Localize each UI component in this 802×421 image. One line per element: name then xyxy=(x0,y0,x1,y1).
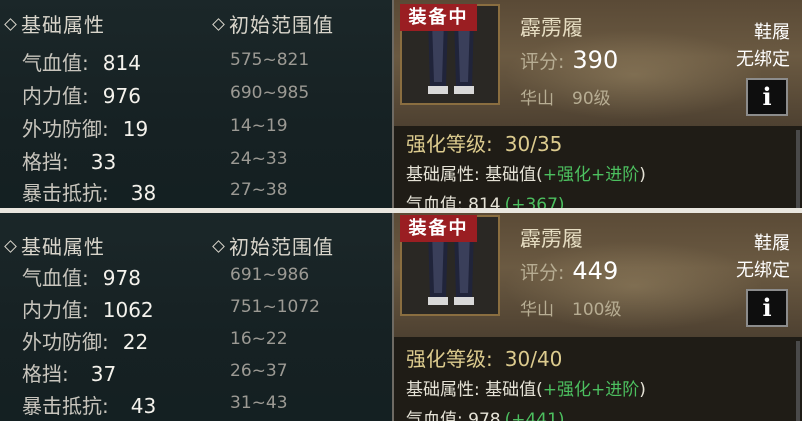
stat-defense: 外功防御: 19 xyxy=(22,117,149,141)
range-block: 24~33 xyxy=(230,149,288,169)
equipped-badge: 装备中 xyxy=(400,215,477,242)
divider xyxy=(0,208,802,213)
equipment-compare-row-1: 基础属性 初始范围值 气血值: 814 575~821 内力值: 976 690~9… xyxy=(0,0,802,211)
range-header: 初始范围值 xyxy=(212,9,334,38)
range-header: 初始范围值 xyxy=(212,231,334,260)
item-score: 评分: 449 xyxy=(520,257,619,285)
stat-block: 格挡: 33 xyxy=(22,150,117,174)
stats-panel: 基础属性 初始范围值 气血值: 814 575~821 内力值: 976 690~9… xyxy=(0,0,394,211)
item-slot: 鞋履 xyxy=(754,233,790,254)
item-score: 评分: 390 xyxy=(520,46,619,74)
range-crit-resist: 27~38 xyxy=(230,180,288,200)
item-sect-level: 华山 100级 xyxy=(520,300,622,320)
item-tooltip: 装备中 霹雳履 评分: 449 华山 100级 鞋履 无绑定 i 强化等级: 30/4… xyxy=(394,211,802,421)
refine-level: 强化等级: 30/40 xyxy=(406,347,563,371)
bind-status: 无绑定 xyxy=(736,49,790,70)
item-tooltip: 装备中 霹雳履 评分: 390 华山 90级 鞋履 无绑定 i 强化等级: 30/35… xyxy=(394,0,802,211)
stat-defense: 外功防御: 22 xyxy=(22,330,149,354)
range-mp: 751~1072 xyxy=(230,297,320,317)
stat-block: 格挡: 37 xyxy=(22,362,117,386)
diamond-icon xyxy=(212,240,225,253)
stat-hp: 气血值: 814 xyxy=(22,51,141,75)
diamond-icon xyxy=(4,240,17,253)
stat-mp: 内力值: 1062 xyxy=(22,298,154,322)
stats-header: 基础属性 xyxy=(4,231,105,260)
item-name: 霹雳履 xyxy=(520,227,583,251)
bind-status: 无绑定 xyxy=(736,260,790,281)
item-sect-level: 华山 90级 xyxy=(520,89,611,109)
stats-panel: 基础属性 初始范围值 气血值: 978 691~986 内力值: 1062 751~… xyxy=(0,211,394,421)
stat-mp: 内力值: 976 xyxy=(22,84,141,108)
stat-hp: 气血值: 978 xyxy=(22,266,141,290)
equipped-badge: 装备中 xyxy=(400,4,477,31)
equipment-compare-row-2: 基础属性 初始范围值 气血值: 978 691~986 内力值: 1062 751~… xyxy=(0,211,802,421)
range-defense: 16~22 xyxy=(230,329,288,349)
range-crit-resist: 31~43 xyxy=(230,393,288,413)
basic-attr-line: 基础属性: 基础值(+强化+进阶) xyxy=(406,380,646,400)
hp-line: 气血值: 978 (+441) xyxy=(406,410,565,421)
diamond-icon xyxy=(212,18,225,31)
range-hp: 691~986 xyxy=(230,265,310,285)
basic-attr-line: 基础属性: 基础值(+强化+进阶) xyxy=(406,165,646,185)
scrollbar[interactable] xyxy=(796,341,800,421)
range-mp: 690~985 xyxy=(230,83,310,103)
range-block: 26~37 xyxy=(230,361,288,381)
info-button[interactable]: i xyxy=(746,78,788,116)
refine-level: 强化等级: 30/35 xyxy=(406,132,563,156)
stats-header: 基础属性 xyxy=(4,9,105,38)
item-slot: 鞋履 xyxy=(754,22,790,43)
info-button[interactable]: i xyxy=(746,289,788,327)
range-hp: 575~821 xyxy=(230,50,310,70)
stat-crit-resist: 暴击抵抗: 38 xyxy=(22,181,157,205)
range-defense: 14~19 xyxy=(230,116,288,136)
scrollbar[interactable] xyxy=(796,130,800,210)
item-name: 霹雳履 xyxy=(520,16,583,40)
diamond-icon xyxy=(4,18,17,31)
stat-crit-resist: 暴击抵抗: 43 xyxy=(22,394,157,418)
